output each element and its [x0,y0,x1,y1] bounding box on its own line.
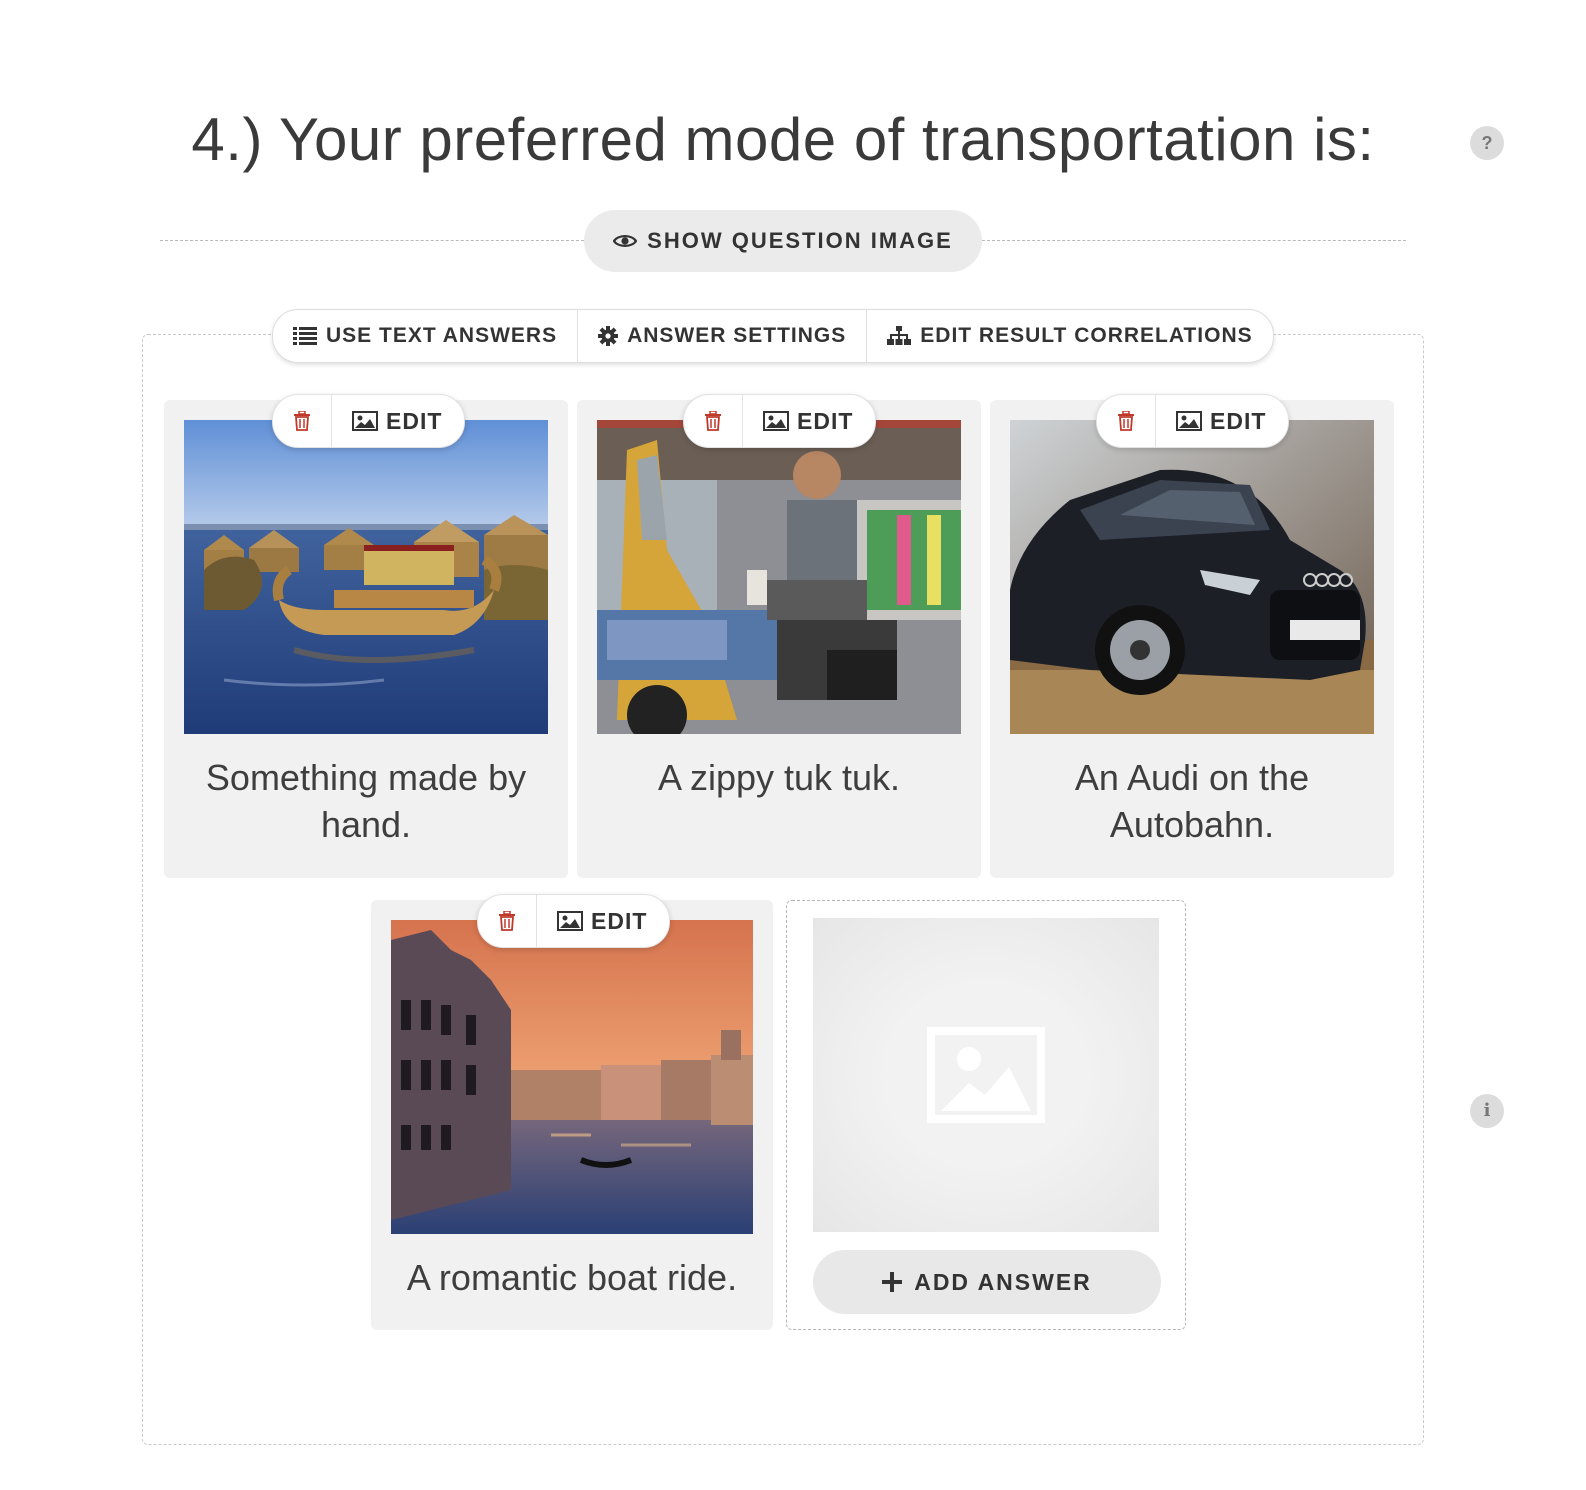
add-answer-card[interactable]: ADD ANSWER [786,900,1186,1330]
edit-label: EDIT [797,407,854,434]
tuk-tuk-driver-photo [597,420,961,734]
answer-2-actions: EDIT [683,394,877,448]
trash-icon[interactable] [478,895,537,947]
edit-label: EDIT [386,407,443,434]
use-text-answers-button[interactable]: USE TEXT ANSWERS [273,310,579,362]
eye-icon [613,235,638,247]
sitemap-icon [887,326,912,345]
edit-image-button[interactable]: EDIT [1156,395,1288,447]
image-icon [1176,411,1202,431]
answer-caption[interactable]: An Audi on the Autobahn. [1000,754,1384,848]
trash-icon[interactable] [1097,395,1156,447]
answer-card-1[interactable]: EDIT Something made by hand. [164,394,568,878]
answer-card-2[interactable]: EDIT A zippy tuk tuk. [577,394,981,878]
edit-label: EDIT [1210,407,1267,434]
answer-settings-button[interactable]: ANSWER SETTINGS [578,310,868,362]
image-placeholder-icon [927,1027,1045,1123]
answer-caption[interactable]: A zippy tuk tuk. [587,754,971,801]
image-icon [557,911,583,931]
question-title[interactable]: 4.) Your preferred mode of transportatio… [150,100,1416,180]
gear-icon [598,326,619,346]
use-text-answers-label: USE TEXT ANSWERS [326,324,558,347]
list-icon [293,327,317,345]
answer-caption[interactable]: A romantic boat ride. [381,1254,763,1301]
image-icon [763,411,789,431]
divider-left [160,240,584,241]
add-answer-label: ADD ANSWER [914,1268,1092,1295]
answer-1-actions: EDIT [272,394,466,448]
edit-image-button[interactable]: EDIT [537,895,669,947]
answer-toolbar: USE TEXT ANSWERS ANSWER SETTINGS EDIT RE… [272,309,1274,363]
edit-label: EDIT [591,907,648,934]
image-icon [352,411,378,431]
trash-icon[interactable] [273,395,332,447]
answer-card-3[interactable]: EDIT An Audi on the Autobahn. [990,394,1394,878]
answer-4-actions: EDIT [477,894,671,948]
black-audi-car-photo [1010,420,1374,734]
show-question-image-label: SHOW QUESTION IMAGE [647,228,953,253]
question-mark-icon[interactable]: ? [1470,126,1504,160]
answer-card-4[interactable]: EDIT A romantic boat ride. [371,894,773,1330]
edit-image-button[interactable]: EDIT [332,395,464,447]
reed-boat-lake-photo [184,420,548,734]
answer-caption[interactable]: Something made by hand. [174,754,558,848]
edit-result-correlations-label: EDIT RESULT CORRELATIONS [920,324,1253,347]
info-icon[interactable]: i [1470,1094,1504,1128]
trash-icon[interactable] [684,395,743,447]
edit-result-correlations-button[interactable]: EDIT RESULT CORRELATIONS [867,310,1272,362]
add-answer-button[interactable]: ADD ANSWER [813,1250,1161,1314]
plus-icon [882,1272,903,1292]
show-question-image-button[interactable]: SHOW QUESTION IMAGE [584,210,982,272]
venice-canal-sunset-photo [391,920,753,1234]
answer-settings-label: ANSWER SETTINGS [627,324,847,347]
divider-right [982,240,1406,241]
answer-3-actions: EDIT [1096,394,1290,448]
edit-image-button[interactable]: EDIT [743,395,875,447]
image-placeholder[interactable] [813,918,1159,1232]
